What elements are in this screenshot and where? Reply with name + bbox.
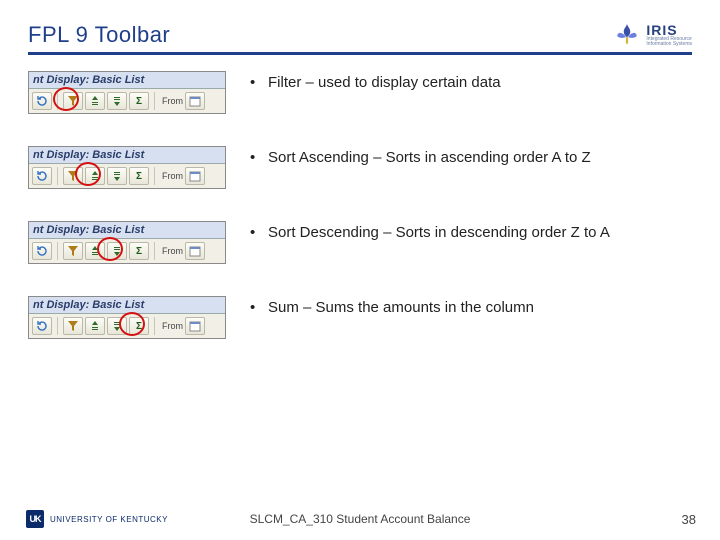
filter-icon	[63, 92, 83, 110]
iris-logo: IRIS Integrated Resource Information Sys…	[614, 22, 692, 48]
sap-window-title: nt Display: Basic List	[29, 147, 225, 164]
sap-window-title: nt Display: Basic List	[29, 72, 225, 89]
from-label: From	[162, 246, 183, 256]
page-title: FPL 9 Toolbar	[28, 22, 170, 48]
slide-footer: UK UNIVERSITY OF KENTUCKY SLCM_CA_310 St…	[0, 510, 720, 528]
slide: FPL 9 Toolbar IRIS Integrated Resource I…	[0, 0, 720, 540]
date-picker-icon	[185, 92, 205, 110]
date-picker-icon	[185, 317, 205, 335]
sort-desc-icon	[107, 242, 127, 260]
bullet-sort-desc: Sort Descending – Sorts in descending or…	[250, 221, 692, 244]
sum-icon: Σ	[129, 92, 149, 110]
row-filter: nt Display: Basic List Σ From	[28, 71, 692, 114]
content-area: nt Display: Basic List Σ From	[28, 71, 692, 339]
sap-snippet: nt Display: Basic List Σ From	[28, 71, 226, 114]
sum-icon: Σ	[129, 242, 149, 260]
refresh-icon	[32, 167, 52, 185]
page-number: 38	[682, 512, 696, 527]
sort-asc-icon	[85, 242, 105, 260]
bullet-list: Sum – Sums the amounts in the column	[250, 296, 692, 325]
bullet-filter: Filter – used to display certain data	[250, 71, 692, 94]
footer-doc-id: SLCM_CA_310 Student Account Balance	[0, 512, 720, 526]
sap-snippet: nt Display: Basic List Σ From	[28, 146, 226, 189]
iris-logo-tagline2: Information Systems	[646, 42, 692, 47]
sort-asc-icon	[85, 92, 105, 110]
bullet-list: Filter – used to display certain data	[250, 71, 692, 100]
toolbar-thumb-filter: nt Display: Basic List Σ From	[28, 71, 226, 114]
row-sum: nt Display: Basic List Σ From	[28, 296, 692, 339]
toolbar-thumb-sort-desc: nt Display: Basic List Σ From	[28, 221, 226, 264]
sap-window-title: nt Display: Basic List	[29, 297, 225, 314]
sap-toolbar: Σ From	[29, 239, 225, 263]
date-picker-icon	[185, 242, 205, 260]
bullet-sort-asc: Sort Ascending – Sorts in ascending orde…	[250, 146, 692, 169]
iris-flower-icon	[614, 22, 640, 48]
sum-icon: Σ	[129, 317, 149, 335]
sap-snippet: nt Display: Basic List Σ From	[28, 296, 226, 339]
bullet-sum: Sum – Sums the amounts in the column	[250, 296, 692, 319]
sap-toolbar: Σ From	[29, 314, 225, 338]
date-picker-icon	[185, 167, 205, 185]
sap-window-title: nt Display: Basic List	[29, 222, 225, 239]
sap-snippet: nt Display: Basic List Σ From	[28, 221, 226, 264]
refresh-icon	[32, 242, 52, 260]
sort-desc-icon	[107, 92, 127, 110]
bullet-list: Sort Ascending – Sorts in ascending orde…	[250, 146, 692, 175]
filter-icon	[63, 317, 83, 335]
toolbar-thumb-sum: nt Display: Basic List Σ From	[28, 296, 226, 339]
filter-icon	[63, 242, 83, 260]
sap-toolbar: Σ From	[29, 89, 225, 113]
sort-asc-icon	[85, 317, 105, 335]
row-sort-desc: nt Display: Basic List Σ From	[28, 221, 692, 264]
row-sort-asc: nt Display: Basic List Σ From	[28, 146, 692, 189]
bullet-list: Sort Descending – Sorts in descending or…	[250, 221, 692, 250]
sum-icon: Σ	[129, 167, 149, 185]
toolbar-thumb-sort-asc: nt Display: Basic List Σ From	[28, 146, 226, 189]
sap-toolbar: Σ From	[29, 164, 225, 188]
sort-desc-icon	[107, 317, 127, 335]
slide-header: FPL 9 Toolbar IRIS Integrated Resource I…	[28, 22, 692, 55]
from-label: From	[162, 96, 183, 106]
sort-asc-icon	[85, 167, 105, 185]
from-label: From	[162, 171, 183, 181]
filter-icon	[63, 167, 83, 185]
iris-logo-text: IRIS	[646, 23, 692, 37]
refresh-icon	[32, 317, 52, 335]
refresh-icon	[32, 92, 52, 110]
sort-desc-icon	[107, 167, 127, 185]
from-label: From	[162, 321, 183, 331]
